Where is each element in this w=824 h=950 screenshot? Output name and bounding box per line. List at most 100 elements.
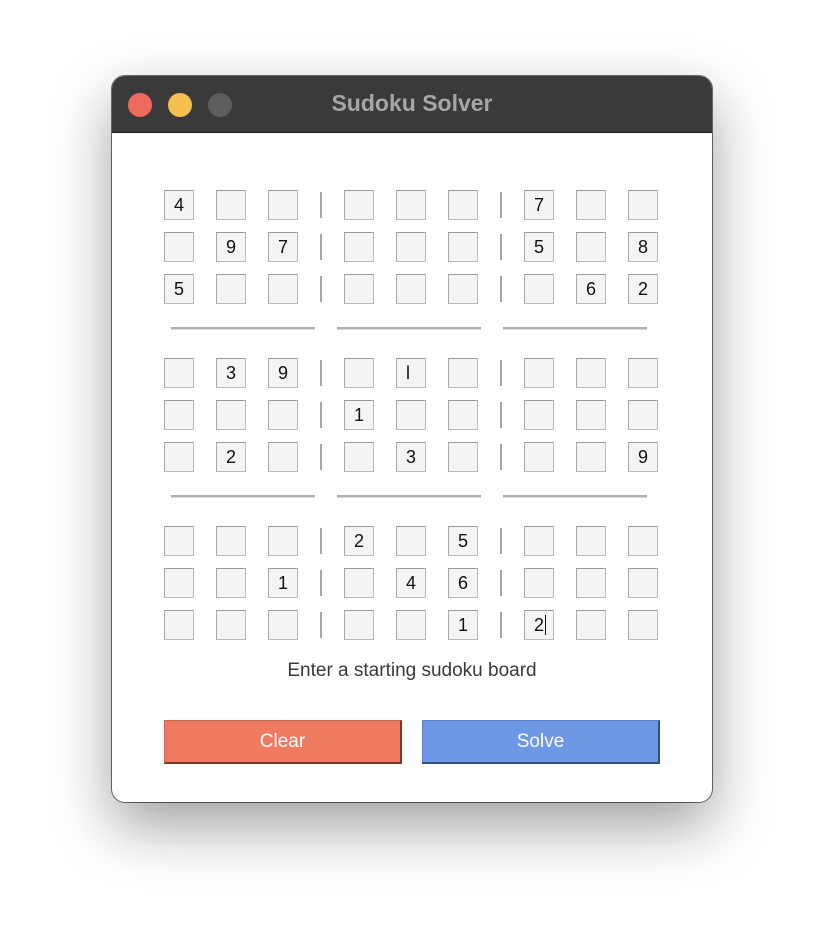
sudoku-cell[interactable] bbox=[344, 610, 374, 640]
sudoku-cell[interactable] bbox=[396, 400, 426, 430]
sudoku-cell[interactable] bbox=[448, 442, 478, 472]
sudoku-cell[interactable]: 2 bbox=[628, 274, 658, 304]
sudoku-cell[interactable]: 5 bbox=[448, 526, 478, 556]
sudoku-cell[interactable] bbox=[628, 400, 658, 430]
sudoku-cell[interactable] bbox=[216, 568, 246, 598]
sudoku-cell[interactable]: 1 bbox=[448, 610, 478, 640]
sudoku-cell[interactable]: 4 bbox=[396, 568, 426, 598]
sudoku-cell[interactable] bbox=[524, 526, 554, 556]
sudoku-cell[interactable] bbox=[344, 442, 374, 472]
sudoku-cell[interactable] bbox=[164, 568, 194, 598]
sudoku-cell[interactable] bbox=[396, 190, 426, 220]
sudoku-cell[interactable]: 2 bbox=[216, 442, 246, 472]
box-separator-vertical bbox=[320, 570, 322, 596]
sudoku-cell[interactable] bbox=[164, 442, 194, 472]
sudoku-cell[interactable]: 2 bbox=[524, 610, 554, 640]
box-separator-horizontal bbox=[503, 327, 647, 330]
sudoku-cell[interactable] bbox=[524, 400, 554, 430]
box-separator-vertical bbox=[500, 570, 502, 596]
sudoku-cell[interactable]: l bbox=[396, 358, 426, 388]
sudoku-cell[interactable] bbox=[576, 190, 606, 220]
sudoku-cell[interactable] bbox=[524, 358, 554, 388]
sudoku-cell[interactable] bbox=[576, 568, 606, 598]
box-separator-horizontal bbox=[337, 495, 481, 498]
box-separator-vertical bbox=[500, 444, 502, 470]
sudoku-cell[interactable] bbox=[268, 274, 298, 304]
sudoku-cell[interactable] bbox=[268, 526, 298, 556]
sudoku-cell[interactable] bbox=[268, 190, 298, 220]
box-separator-vertical bbox=[500, 402, 502, 428]
clear-button[interactable]: Clear bbox=[164, 720, 402, 764]
box-separator-vertical bbox=[320, 192, 322, 218]
sudoku-cell[interactable] bbox=[628, 526, 658, 556]
sudoku-cell[interactable] bbox=[164, 358, 194, 388]
sudoku-cell[interactable] bbox=[344, 274, 374, 304]
sudoku-cell[interactable]: 3 bbox=[396, 442, 426, 472]
sudoku-cell[interactable] bbox=[396, 610, 426, 640]
sudoku-cell[interactable] bbox=[576, 358, 606, 388]
sudoku-cell[interactable]: 4 bbox=[164, 190, 194, 220]
sudoku-cell[interactable]: 6 bbox=[448, 568, 478, 598]
sudoku-cell[interactable] bbox=[576, 610, 606, 640]
sudoku-cell[interactable] bbox=[524, 442, 554, 472]
sudoku-cell[interactable] bbox=[216, 526, 246, 556]
sudoku-cell[interactable] bbox=[216, 190, 246, 220]
sudoku-cell[interactable] bbox=[628, 190, 658, 220]
sudoku-cell[interactable] bbox=[576, 400, 606, 430]
sudoku-cell[interactable] bbox=[628, 358, 658, 388]
sudoku-cell[interactable]: 2 bbox=[344, 526, 374, 556]
sudoku-cell[interactable] bbox=[216, 400, 246, 430]
box-separator-vertical bbox=[320, 360, 322, 386]
sudoku-cell[interactable] bbox=[216, 274, 246, 304]
sudoku-cell[interactable] bbox=[164, 610, 194, 640]
solve-button[interactable]: Solve bbox=[422, 720, 660, 764]
box-separator-vertical bbox=[500, 192, 502, 218]
sudoku-cell[interactable] bbox=[448, 232, 478, 262]
sudoku-cell[interactable] bbox=[448, 400, 478, 430]
sudoku-cell[interactable]: 5 bbox=[524, 232, 554, 262]
sudoku-cell[interactable]: 7 bbox=[524, 190, 554, 220]
sudoku-cell[interactable] bbox=[396, 232, 426, 262]
box-separator-vertical bbox=[320, 444, 322, 470]
box-separator-horizontal bbox=[337, 327, 481, 330]
sudoku-cell[interactable] bbox=[344, 232, 374, 262]
sudoku-cell[interactable]: 8 bbox=[628, 232, 658, 262]
sudoku-cell[interactable] bbox=[164, 232, 194, 262]
box-separator-horizontal bbox=[171, 327, 315, 330]
sudoku-cell[interactable]: 6 bbox=[576, 274, 606, 304]
sudoku-cell[interactable] bbox=[344, 358, 374, 388]
sudoku-cell[interactable] bbox=[576, 526, 606, 556]
sudoku-cell[interactable] bbox=[268, 442, 298, 472]
sudoku-cell[interactable] bbox=[448, 190, 478, 220]
sudoku-cell[interactable]: 9 bbox=[268, 358, 298, 388]
sudoku-cell[interactable] bbox=[344, 190, 374, 220]
sudoku-cell[interactable] bbox=[524, 274, 554, 304]
box-separator-vertical bbox=[320, 402, 322, 428]
sudoku-cell[interactable]: 5 bbox=[164, 274, 194, 304]
sudoku-cell[interactable] bbox=[576, 232, 606, 262]
sudoku-cell[interactable] bbox=[448, 274, 478, 304]
sudoku-cell[interactable]: 9 bbox=[216, 232, 246, 262]
box-separator-vertical bbox=[500, 528, 502, 554]
sudoku-cell[interactable] bbox=[268, 610, 298, 640]
sudoku-cell[interactable]: 3 bbox=[216, 358, 246, 388]
box-separator-vertical bbox=[320, 528, 322, 554]
sudoku-cell[interactable] bbox=[396, 526, 426, 556]
box-separator-vertical bbox=[500, 234, 502, 260]
sudoku-cell[interactable]: 1 bbox=[268, 568, 298, 598]
sudoku-cell[interactable] bbox=[628, 568, 658, 598]
sudoku-cell[interactable] bbox=[268, 400, 298, 430]
sudoku-cell[interactable] bbox=[164, 400, 194, 430]
sudoku-cell[interactable]: 1 bbox=[344, 400, 374, 430]
sudoku-cell[interactable] bbox=[164, 526, 194, 556]
sudoku-cell[interactable] bbox=[396, 274, 426, 304]
sudoku-cell[interactable] bbox=[576, 442, 606, 472]
sudoku-cell[interactable] bbox=[216, 610, 246, 640]
sudoku-cell[interactable] bbox=[524, 568, 554, 598]
sudoku-cell[interactable] bbox=[344, 568, 374, 598]
sudoku-board: 47975856239l12392514612 bbox=[112, 76, 712, 802]
sudoku-cell[interactable]: 7 bbox=[268, 232, 298, 262]
sudoku-cell[interactable]: 9 bbox=[628, 442, 658, 472]
sudoku-cell[interactable] bbox=[448, 358, 478, 388]
sudoku-cell[interactable] bbox=[628, 610, 658, 640]
